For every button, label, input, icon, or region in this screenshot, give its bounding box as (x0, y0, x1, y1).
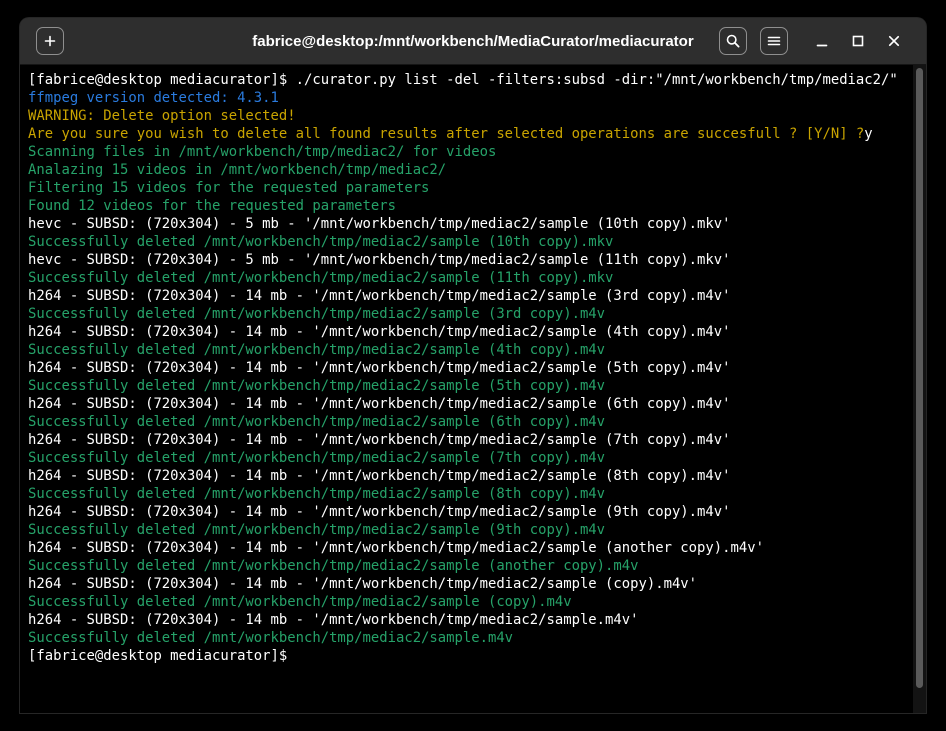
close-icon (886, 33, 902, 49)
menu-button[interactable] (760, 27, 788, 55)
terminal-text: [fabrice@desktop mediacurator]$ ./curato… (28, 71, 926, 665)
terminal-line: Found 12 videos for the requested parame… (28, 197, 926, 215)
terminal-line: Successfully deleted /mnt/workbench/tmp/… (28, 233, 926, 251)
terminal-line: Successfully deleted /mnt/workbench/tmp/… (28, 341, 926, 359)
terminal-line: Scanning files in /mnt/workbench/tmp/med… (28, 143, 926, 161)
terminal-line: Successfully deleted /mnt/workbench/tmp/… (28, 413, 926, 431)
search-icon (725, 33, 741, 49)
close-button[interactable] (876, 27, 912, 55)
terminal-line: WARNING: Delete option selected! (28, 107, 926, 125)
terminal-line: Successfully deleted /mnt/workbench/tmp/… (28, 485, 926, 503)
terminal-line: Analazing 15 videos in /mnt/workbench/tm… (28, 161, 926, 179)
terminal-line: ffmpeg version detected: 4.3.1 (28, 89, 926, 107)
terminal-line: Successfully deleted /mnt/workbench/tmp/… (28, 629, 926, 647)
terminal-line: Successfully deleted /mnt/workbench/tmp/… (28, 377, 926, 395)
new-tab-button[interactable] (36, 27, 64, 55)
new-tab-icon (43, 34, 57, 48)
terminal-line: h264 - SUBSD: (720x304) - 14 mb - '/mnt/… (28, 575, 926, 593)
terminal-line: h264 - SUBSD: (720x304) - 14 mb - '/mnt/… (28, 359, 926, 377)
terminal-line: h264 - SUBSD: (720x304) - 14 mb - '/mnt/… (28, 539, 926, 557)
terminal-line: Successfully deleted /mnt/workbench/tmp/… (28, 557, 926, 575)
terminal-line: Successfully deleted /mnt/workbench/tmp/… (28, 521, 926, 539)
menu-icon (766, 33, 782, 49)
terminal-line: Successfully deleted /mnt/workbench/tmp/… (28, 305, 926, 323)
terminal-line: Are you sure you wish to delete all foun… (28, 125, 926, 143)
terminal-line: h264 - SUBSD: (720x304) - 14 mb - '/mnt/… (28, 467, 926, 485)
minimize-button[interactable] (804, 27, 840, 55)
terminal-line: h264 - SUBSD: (720x304) - 14 mb - '/mnt/… (28, 287, 926, 305)
terminal-line: h264 - SUBSD: (720x304) - 14 mb - '/mnt/… (28, 323, 926, 341)
titlebar-controls (719, 18, 912, 64)
terminal-line: h264 - SUBSD: (720x304) - 14 mb - '/mnt/… (28, 503, 926, 521)
terminal-line: Successfully deleted /mnt/workbench/tmp/… (28, 449, 926, 467)
terminal-line: hevc - SUBSD: (720x304) - 5 mb - '/mnt/w… (28, 215, 926, 233)
screen: { "window": { "title": "fabrice@desktop:… (0, 0, 946, 731)
titlebar[interactable]: fabrice@desktop:/mnt/workbench/MediaCura… (20, 18, 926, 65)
terminal-line: h264 - SUBSD: (720x304) - 14 mb - '/mnt/… (28, 431, 926, 449)
terminal-line: Filtering 15 videos for the requested pa… (28, 179, 926, 197)
scrollbar[interactable] (913, 65, 926, 713)
search-button[interactable] (719, 27, 747, 55)
terminal-window: fabrice@desktop:/mnt/workbench/MediaCura… (20, 18, 926, 713)
maximize-icon (850, 33, 866, 49)
terminal-output[interactable]: [fabrice@desktop mediacurator]$ ./curato… (20, 65, 926, 713)
terminal-line: Successfully deleted /mnt/workbench/tmp/… (28, 593, 926, 611)
terminal-line: h264 - SUBSD: (720x304) - 14 mb - '/mnt/… (28, 395, 926, 413)
terminal-line: hevc - SUBSD: (720x304) - 5 mb - '/mnt/w… (28, 251, 926, 269)
terminal-line: [fabrice@desktop mediacurator]$ ./curato… (28, 71, 926, 89)
maximize-button[interactable] (840, 27, 876, 55)
terminal-line: Successfully deleted /mnt/workbench/tmp/… (28, 269, 926, 287)
scrollbar-thumb[interactable] (916, 68, 923, 688)
terminal-line: [fabrice@desktop mediacurator]$ (28, 647, 926, 665)
terminal-line: h264 - SUBSD: (720x304) - 14 mb - '/mnt/… (28, 611, 926, 629)
minimize-icon (814, 33, 830, 49)
